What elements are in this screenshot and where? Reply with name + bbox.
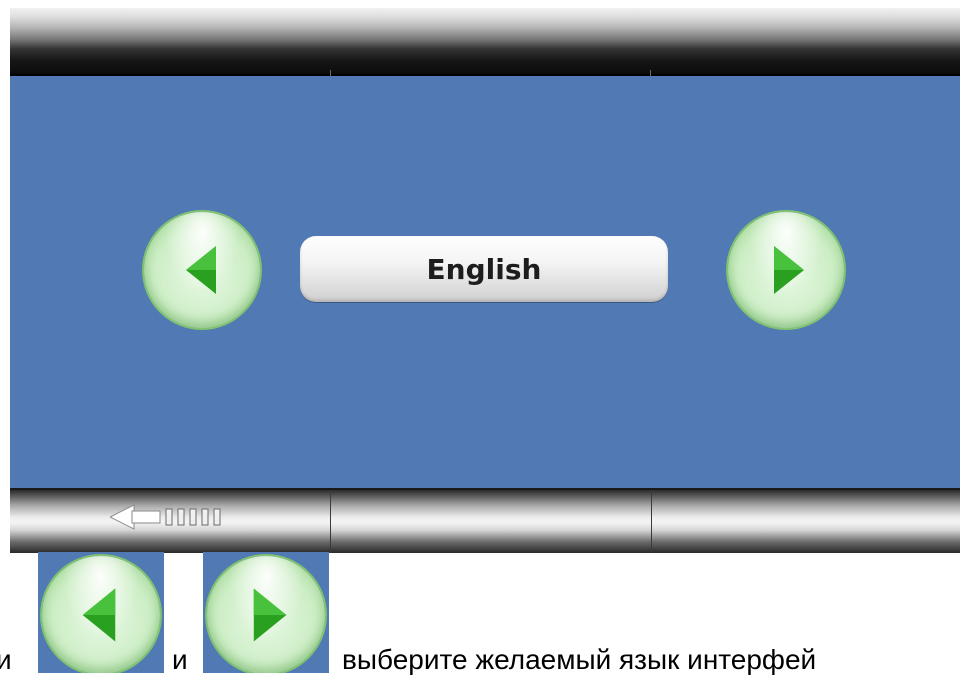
previous-language-button[interactable]: [144, 212, 260, 328]
language-label: English: [426, 252, 542, 286]
toolbar-button-right[interactable]: [651, 490, 960, 553]
inline-next-button-image: [203, 552, 329, 673]
toolbar-button-middle[interactable]: [330, 490, 651, 553]
inline-next-button: [207, 556, 325, 673]
inline-prev-button-image: [38, 552, 164, 673]
left-arrow-icon: [186, 246, 216, 294]
inline-prev-button: [42, 556, 160, 673]
instruction-text: выберите желаемый язык интерфей: [342, 644, 817, 675]
right-arrow-icon: [774, 246, 804, 294]
language-selector[interactable]: English: [300, 236, 668, 302]
bottom-toolbar: [10, 488, 960, 553]
next-language-button[interactable]: [728, 212, 844, 328]
right-arrow-icon: [253, 588, 287, 642]
instruction-conjunction: и: [172, 644, 188, 675]
left-arrow-icon: [82, 588, 116, 642]
back-arrow-icon: [110, 504, 221, 530]
device-screen: English: [10, 8, 960, 553]
top-toolbar: [10, 8, 960, 76]
toolbar-divider: [330, 70, 331, 76]
toolbar-divider: [650, 70, 651, 76]
back-button[interactable]: [10, 490, 330, 553]
instruction-prefix: и: [0, 644, 12, 675]
